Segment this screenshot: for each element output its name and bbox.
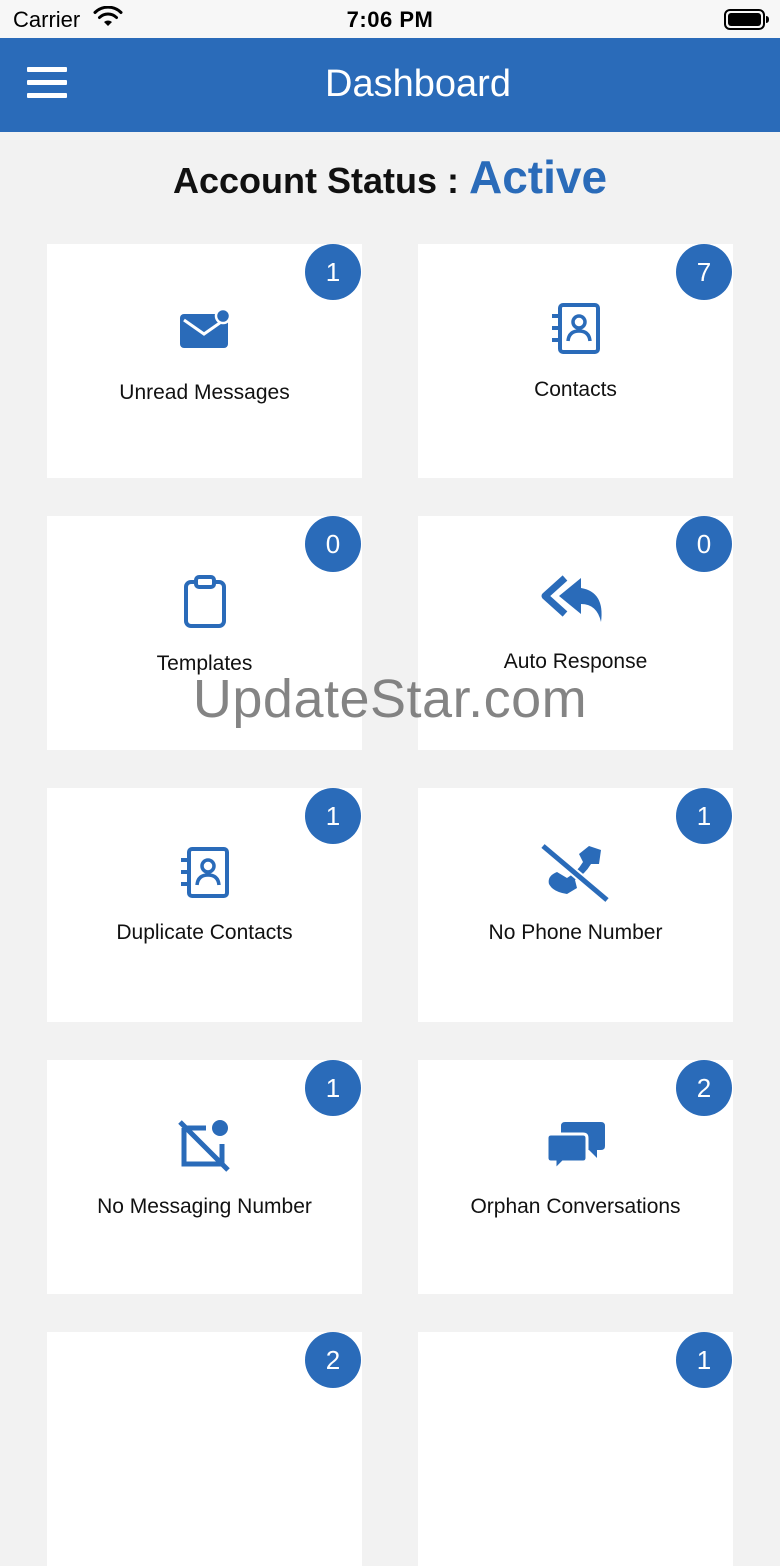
tile-contacts[interactable]: 7 Contacts	[418, 244, 733, 478]
nav-bar: Dashboard	[0, 38, 780, 132]
count-badge: 1	[305, 1060, 361, 1116]
phone-slash-icon	[418, 842, 733, 909]
messaging-slash-icon	[47, 1118, 362, 1179]
tile-no-messaging-number[interactable]: 1 No Messaging Number	[47, 1060, 362, 1294]
contact-book-icon	[418, 302, 733, 361]
clipboard-icon	[47, 574, 362, 635]
chat-bubbles-icon	[418, 1118, 733, 1177]
account-status-label: Account Status :	[172, 160, 469, 201]
tile-label: No Phone Number	[488, 921, 663, 944]
count-badge: 1	[305, 244, 361, 300]
tile-label: Orphan Conversations	[470, 1195, 681, 1218]
count-badge: 1	[676, 1332, 732, 1388]
tile-label: Unread Messages	[119, 381, 290, 404]
page-title: Dashboard	[325, 63, 511, 105]
tile-unread-messages[interactable]: 1 Unread Messages	[47, 244, 362, 478]
tile-duplicate-contacts[interactable]: 1 Duplicate Contacts	[47, 788, 362, 1022]
tile-auto-response[interactable]: 0 Auto Response	[418, 516, 733, 750]
reply-all-icon	[418, 574, 733, 633]
tile-unknown[interactable]: 1	[418, 1332, 733, 1566]
tile-orphan-conversations[interactable]: 2 Orphan Conversations	[418, 1060, 733, 1294]
tile-label: Auto Response	[503, 650, 648, 673]
battery-icon	[724, 9, 770, 37]
count-badge: 1	[305, 788, 361, 844]
count-badge: 0	[305, 516, 361, 572]
count-badge: 0	[676, 516, 732, 572]
clock: 7:06 PM	[346, 7, 434, 32]
count-badge: 2	[676, 1060, 732, 1116]
tile-unknown[interactable]: 2	[47, 1332, 362, 1566]
tile-no-phone-number[interactable]: 1 No Phone Number	[418, 788, 733, 1022]
account-status-value: Active	[468, 151, 608, 203]
count-badge: 2	[305, 1332, 361, 1388]
envelope-icon	[47, 307, 362, 357]
tile-label: Templates	[156, 652, 253, 675]
tile-label: Duplicate Contacts	[116, 921, 293, 944]
account-status: Account Status : Active	[0, 150, 780, 204]
status-bar: Carrier 7:06 PM	[0, 0, 780, 38]
count-badge: 7	[676, 244, 732, 300]
tile-templates[interactable]: 0 Templates	[47, 516, 362, 750]
contact-book-icon	[47, 846, 362, 905]
count-badge: 1	[676, 788, 732, 844]
tile-label: Contacts	[534, 378, 617, 401]
tile-label: No Messaging Number	[97, 1195, 312, 1218]
